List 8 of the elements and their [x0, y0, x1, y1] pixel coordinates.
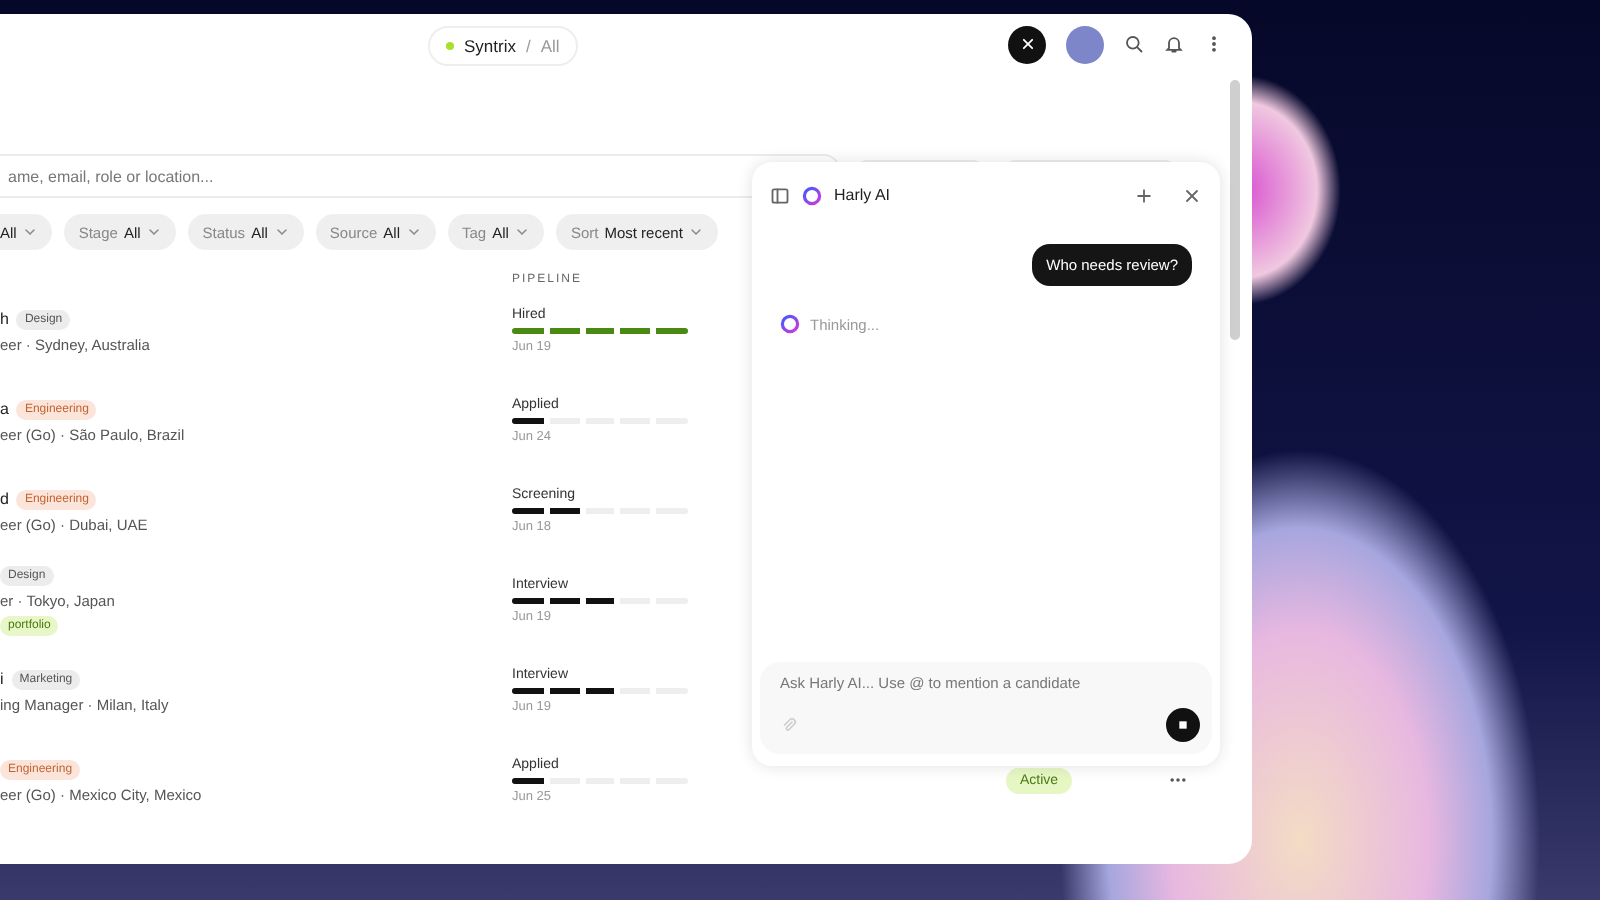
assistant-title: Harly AI [834, 186, 891, 204]
candidate-name: h [0, 310, 9, 328]
candidate-name: d [0, 490, 9, 508]
workspace-name: Syntrix [464, 36, 516, 56]
candidate-name: a [0, 400, 9, 418]
breadcrumb-separator: / [525, 36, 531, 56]
view-name: All [540, 36, 560, 56]
candidate-name: i [0, 670, 4, 688]
